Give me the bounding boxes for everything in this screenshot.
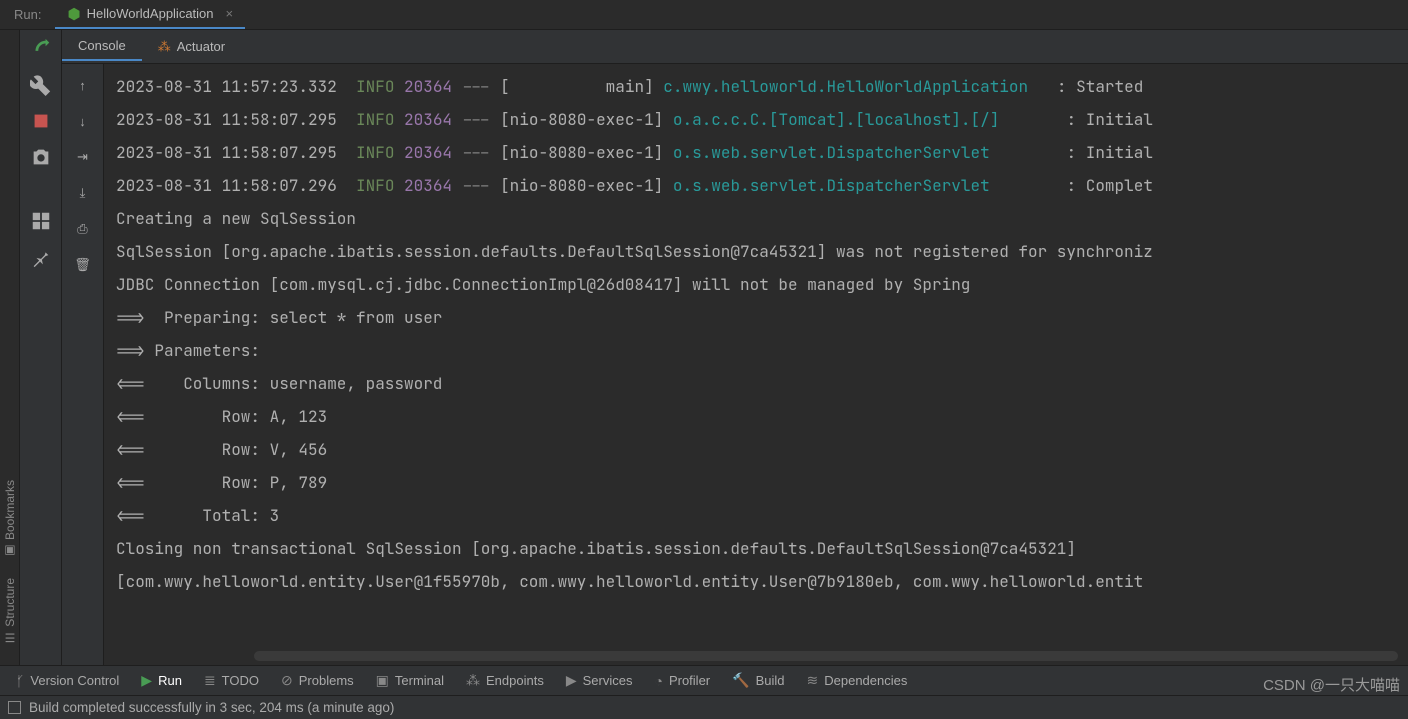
- horizontal-scrollbar[interactable]: [254, 651, 1398, 661]
- tab-profiler[interactable]: ◔Profiler: [654, 673, 710, 689]
- camera-icon[interactable]: [30, 146, 52, 168]
- scroll-to-end-icon[interactable]: ⤓: [72, 182, 94, 204]
- structure-panel-button[interactable]: ☰Structure: [3, 578, 17, 645]
- tab-services[interactable]: ▶Services: [566, 672, 633, 689]
- status-bar: Build completed successfully in 3 sec, 2…: [0, 695, 1408, 719]
- branch-icon: ᚶ: [16, 673, 24, 689]
- run-label: Run:: [0, 7, 55, 22]
- actuator-icon: ⁂: [158, 39, 171, 54]
- tab-build[interactable]: 🔨Build: [732, 672, 784, 689]
- print-icon[interactable]: ⎙: [72, 218, 94, 240]
- warning-icon: ⊘: [281, 672, 293, 689]
- tab-run[interactable]: ▶Run: [141, 672, 182, 689]
- stop-button[interactable]: [30, 110, 52, 132]
- spring-icon: ⬢: [67, 5, 80, 23]
- play-icon: ▶: [141, 672, 152, 689]
- console-toolbar: ↑ ↓ ⇥ ⤓ ⎙ 🗑: [62, 64, 104, 665]
- rerun-button[interactable]: [30, 38, 52, 60]
- tab-endpoints[interactable]: ⁂Endpoints: [466, 672, 544, 689]
- watermark: CSDN @一只大喵喵: [1263, 674, 1400, 695]
- run-config-tab[interactable]: ⬢ HelloWorldApplication ×: [55, 1, 245, 29]
- run-header: Run: ⬢ HelloWorldApplication ×: [0, 0, 1408, 30]
- tab-version-control[interactable]: ᚶVersion Control: [16, 673, 119, 689]
- pin-icon[interactable]: [30, 246, 52, 268]
- services-icon: ▶: [566, 672, 577, 689]
- up-icon[interactable]: ↑: [72, 74, 94, 96]
- wrench-icon[interactable]: [30, 74, 52, 96]
- checkbox-icon[interactable]: [8, 701, 21, 714]
- bottom-area: ᚶVersion Control ▶Run ≣TODO ⊘Problems ▣T…: [0, 665, 1408, 719]
- terminal-icon: ▣: [376, 672, 389, 689]
- bookmarks-panel-button[interactable]: ▣Bookmarks: [3, 480, 17, 558]
- left-tool-strip: ▣Bookmarks ☰Structure: [0, 30, 20, 665]
- tab-todo[interactable]: ≣TODO: [204, 672, 259, 689]
- bottom-tab-bar: ᚶVersion Control ▶Run ≣TODO ⊘Problems ▣T…: [0, 665, 1408, 695]
- close-icon[interactable]: ×: [226, 6, 234, 21]
- status-text: Build completed successfully in 3 sec, 2…: [29, 700, 394, 715]
- tab-terminal[interactable]: ▣Terminal: [376, 672, 444, 689]
- action-toolbar: [20, 30, 62, 665]
- tab-problems[interactable]: ⊘Problems: [281, 672, 354, 689]
- clear-icon[interactable]: 🗑: [72, 254, 94, 276]
- hammer-icon: 🔨: [732, 672, 749, 689]
- run-config-name: HelloWorldApplication: [87, 6, 214, 21]
- down-icon[interactable]: ↓: [72, 110, 94, 132]
- tab-actuator[interactable]: ⁂Actuator: [142, 33, 241, 61]
- soft-wrap-icon[interactable]: ⇥: [72, 146, 94, 168]
- panel-tabs: Console ⁂Actuator: [62, 30, 1408, 64]
- layout-icon[interactable]: [30, 210, 52, 232]
- console-output[interactable]: 2023-08-31 11:57:23.332 INFO 20364 --- […: [104, 64, 1408, 665]
- list-icon: ≣: [204, 672, 216, 689]
- tab-dependencies[interactable]: ≋Dependencies: [807, 672, 908, 689]
- tab-console[interactable]: Console: [62, 32, 142, 61]
- profiler-icon: ◔: [654, 673, 662, 689]
- layers-icon: ≋: [807, 672, 819, 689]
- endpoints-icon: ⁂: [466, 672, 480, 689]
